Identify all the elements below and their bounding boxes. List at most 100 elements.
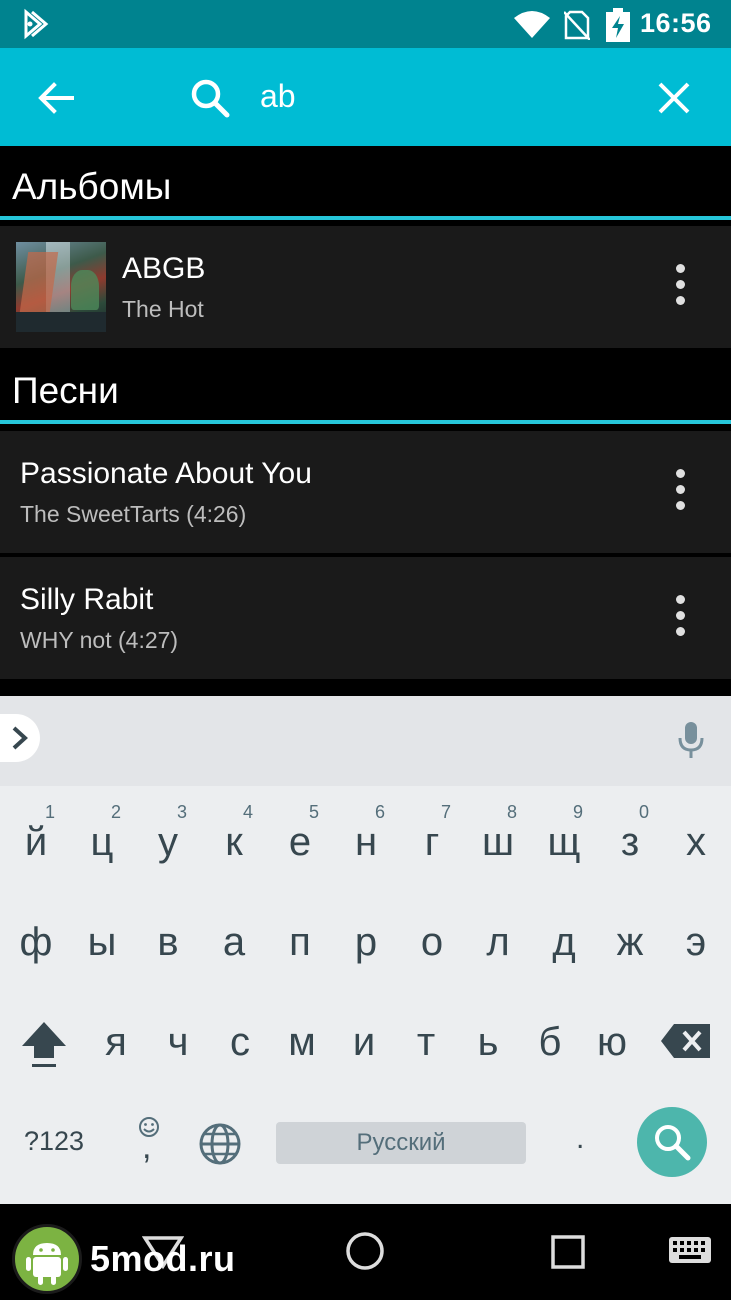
spacebar[interactable]: Русский xyxy=(276,1122,526,1164)
song-artist-duration: The SweetTarts (4:26) xyxy=(20,501,247,527)
key-label: а xyxy=(222,920,246,964)
key-1-5[interactable]: н6 xyxy=(341,802,391,865)
comma-key[interactable]: , xyxy=(134,1116,164,1166)
backspace-icon[interactable] xyxy=(660,1022,712,1062)
key-3-8[interactable]: ю xyxy=(587,1020,637,1065)
key-label: й xyxy=(24,820,48,864)
key-1-9[interactable]: з0 xyxy=(605,802,655,865)
key-number-hint: 3 xyxy=(176,802,187,822)
key-number-hint: 0 xyxy=(638,802,649,822)
key-label: е xyxy=(288,820,312,864)
watermark-text: 5mod.ru xyxy=(90,1238,236,1279)
key-3-1[interactable]: ч xyxy=(153,1020,203,1065)
key-3-0[interactable]: я xyxy=(91,1020,141,1065)
key-1-0[interactable]: й1 xyxy=(11,802,61,865)
key-label: у xyxy=(158,820,178,864)
key-3-7[interactable]: б xyxy=(525,1020,575,1065)
status-time: 16:56 xyxy=(640,8,712,38)
key-3-5[interactable]: т xyxy=(401,1020,451,1065)
key-2-6[interactable]: о xyxy=(407,920,457,965)
section-divider xyxy=(0,420,731,424)
key-1-8[interactable]: щ9 xyxy=(539,802,589,865)
key-3-2[interactable]: с xyxy=(215,1020,265,1065)
keyboard-search-button[interactable] xyxy=(637,1107,707,1177)
key-label: л xyxy=(486,920,510,964)
search-input[interactable]: ab xyxy=(260,78,296,115)
key-1-4[interactable]: е5 xyxy=(275,802,325,865)
symbols-key[interactable]: ?123 xyxy=(24,1126,84,1157)
key-2-7[interactable]: л xyxy=(473,920,523,965)
key-label: п xyxy=(289,920,311,964)
key-label: ю xyxy=(597,1020,627,1064)
chevron-right-icon xyxy=(12,726,28,750)
key-1-1[interactable]: ц2 xyxy=(77,802,127,865)
battery-charging-icon xyxy=(606,8,630,42)
key-label: к xyxy=(225,820,243,864)
key-label: ц xyxy=(90,820,114,864)
key-number-hint: 4 xyxy=(242,802,253,822)
key-2-10[interactable]: э xyxy=(671,920,721,965)
album-list-item[interactable]: ABGB The Hot xyxy=(0,226,731,348)
globe-icon[interactable] xyxy=(198,1122,242,1166)
key-number-hint: 5 xyxy=(308,802,319,822)
key-label: м xyxy=(288,1020,316,1064)
key-2-0[interactable]: ф xyxy=(11,920,61,965)
song-list-item[interactable]: Silly Rabit WHY not (4:27) xyxy=(0,557,731,679)
key-1-10[interactable]: х xyxy=(671,820,721,865)
key-label: э xyxy=(685,920,707,964)
home-circle-icon[interactable] xyxy=(344,1230,386,1272)
key-label: ь xyxy=(477,1020,499,1064)
close-icon[interactable] xyxy=(656,80,692,116)
key-label: ш xyxy=(481,820,515,864)
navigation-bar: 5mod.ru xyxy=(0,1204,731,1300)
key-label: р xyxy=(354,920,378,964)
back-arrow-icon[interactable] xyxy=(36,78,76,118)
key-2-2[interactable]: в xyxy=(143,920,193,965)
key-2-8[interactable]: д xyxy=(539,920,589,965)
period-key[interactable]: . xyxy=(576,1122,584,1156)
key-2-5[interactable]: р xyxy=(341,920,391,965)
song-list-item[interactable]: Passionate About You The SweetTarts (4:2… xyxy=(0,431,731,553)
key-2-9[interactable]: ж xyxy=(605,920,655,965)
shift-icon[interactable] xyxy=(18,1018,70,1070)
recents-square-icon[interactable] xyxy=(550,1234,586,1270)
key-2-3[interactable]: а xyxy=(209,920,259,965)
key-label: б xyxy=(538,1020,562,1064)
key-1-7[interactable]: ш8 xyxy=(473,802,523,865)
album-title: ABGB xyxy=(122,252,206,285)
comma-label: , xyxy=(142,1128,152,1166)
key-label: и xyxy=(352,1020,376,1064)
key-label: о xyxy=(420,920,444,964)
song-title: Silly Rabit xyxy=(20,583,154,616)
key-number-hint: 6 xyxy=(374,802,385,822)
no-sim-icon xyxy=(564,10,590,40)
search-toolbar: ab xyxy=(0,48,731,146)
overflow-menu-icon[interactable] xyxy=(668,469,692,519)
song-title: Passionate About You xyxy=(20,457,312,490)
key-1-3[interactable]: к4 xyxy=(209,802,259,865)
expand-suggestions-button[interactable] xyxy=(0,714,40,762)
key-label: д xyxy=(552,920,576,964)
key-1-6[interactable]: г7 xyxy=(407,802,457,865)
key-3-6[interactable]: ь xyxy=(463,1020,513,1065)
overflow-menu-icon[interactable] xyxy=(668,595,692,645)
song-artist-duration: WHY not (4:27) xyxy=(20,627,179,653)
key-1-2[interactable]: у3 xyxy=(143,802,193,865)
key-3-3[interactable]: м xyxy=(277,1020,327,1065)
key-label: в xyxy=(157,920,179,964)
key-number-hint: 1 xyxy=(44,802,55,822)
keyboard: й1 ц2 у3 к4 е5 н6 г7 ш8 щ9 з0 х фывапролджэ ячсмит… xyxy=(0,786,731,1204)
key-3-4[interactable]: и xyxy=(339,1020,389,1065)
keyboard-icon[interactable] xyxy=(668,1236,712,1266)
key-label: г xyxy=(424,820,440,864)
key-label: ы xyxy=(87,920,117,964)
overflow-menu-icon[interactable] xyxy=(668,264,692,314)
key-label: с xyxy=(230,1020,250,1064)
key-2-4[interactable]: п xyxy=(275,920,325,965)
key-2-1[interactable]: ы xyxy=(77,920,127,965)
key-label: х xyxy=(686,820,706,864)
microphone-icon[interactable] xyxy=(676,720,706,760)
key-label: щ xyxy=(547,820,581,864)
app-notification-icon xyxy=(24,8,49,40)
key-number-hint: 2 xyxy=(110,802,121,822)
